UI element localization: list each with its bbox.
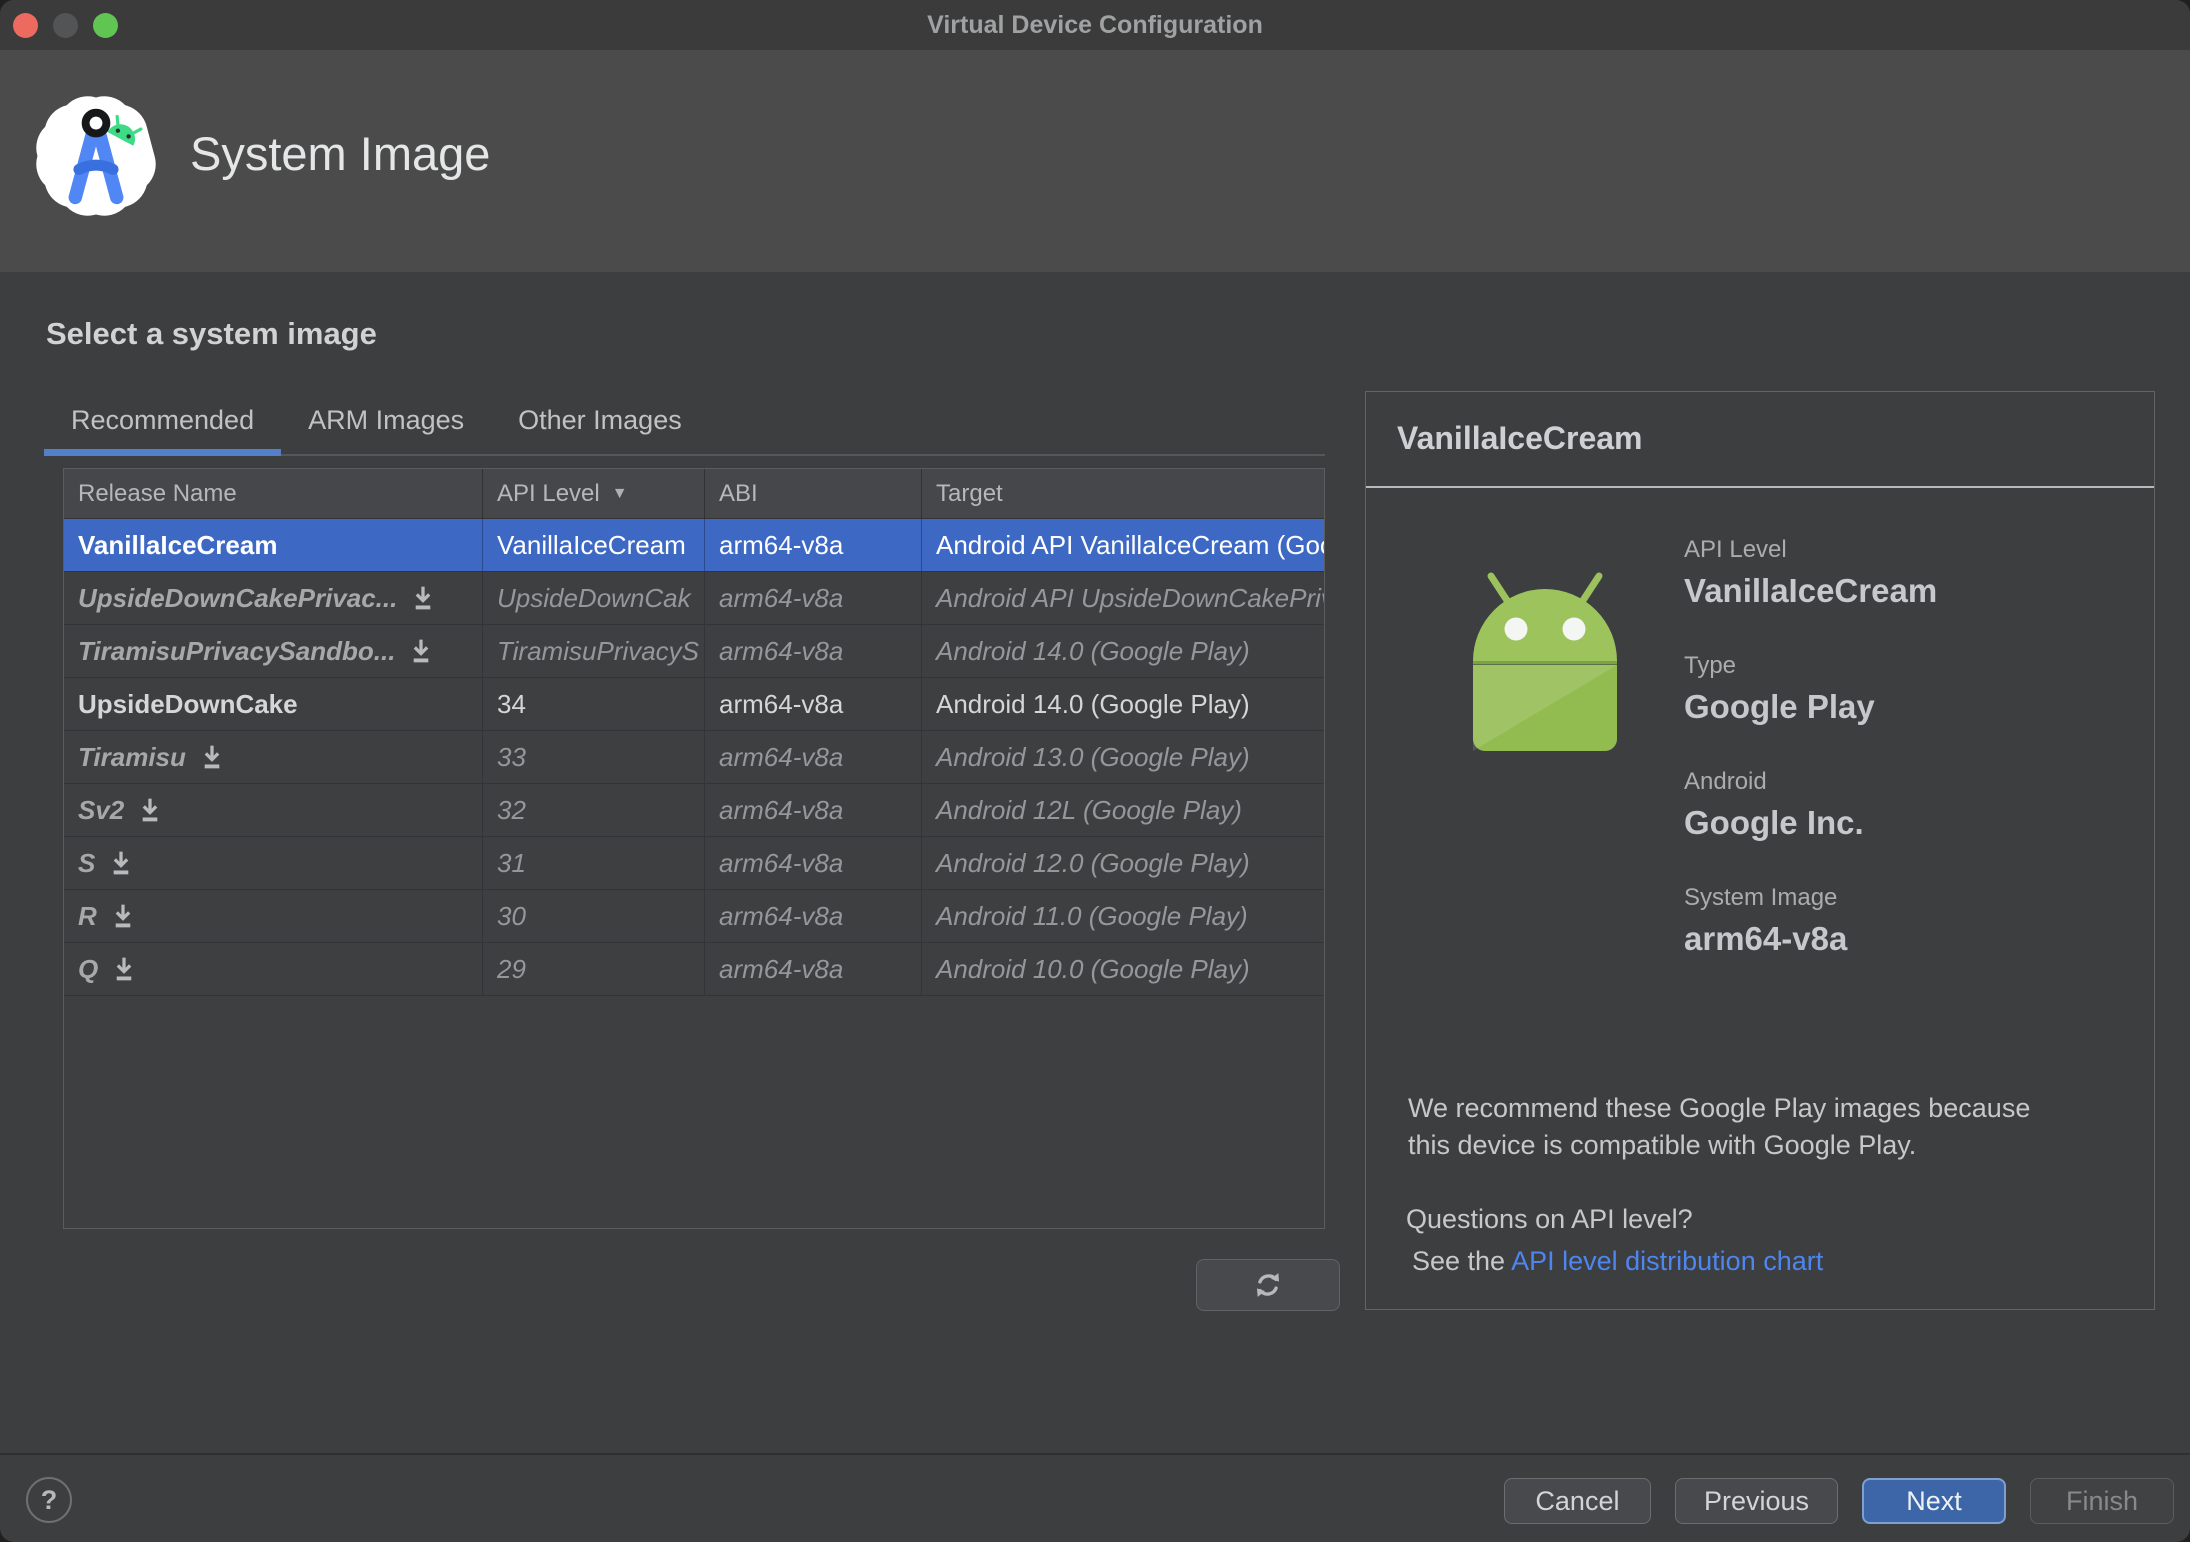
download-icon[interactable] [111,903,135,929]
sort-desc-icon: ▼ [611,484,628,502]
wizard-buttons: Cancel Previous Next Finish [1503,1478,2174,1524]
api-level-cell: TiramisuPrivacyS [483,625,705,677]
abi-cell: arm64-v8a [705,678,922,730]
system-image-table: Release Name API Level ▼ ABI Target Vanil… [63,468,1325,1229]
api-level-cell: 33 [483,731,705,783]
panel-divider [1366,486,2154,488]
android-robot-icon [1473,572,1617,751]
release-name: UpsideDownCake [78,688,298,719]
see-the-line: See the API level distribution chart [1412,1246,1824,1276]
next-button[interactable]: Next [1862,1478,2006,1524]
table-row[interactable]: UpsideDownCakePrivac... UpsideDownCak ar… [64,572,1324,625]
api-level-cell: UpsideDownCak [483,572,705,624]
abi-cell: arm64-v8a [705,731,922,783]
abi-cell: arm64-v8a [705,572,922,624]
release-name: Tiramisu [78,741,186,772]
api-level-cell: 34 [483,678,705,730]
tab-arm-images[interactable]: ARM Images [281,392,491,454]
page-title: System Image [190,127,491,180]
download-icon[interactable] [112,956,136,982]
target-cell: Android 12L (Google Play) [936,794,1242,825]
abi-cell: arm64-v8a [705,519,922,571]
release-name: R [78,900,97,931]
download-icon[interactable] [138,797,162,823]
table-rows: VanillaIceCream VanillaIceCream arm64-v8… [64,519,1324,996]
download-icon[interactable] [109,850,133,876]
release-name: TiramisuPrivacySandbo... [78,635,396,666]
tab-recommended[interactable]: Recommended [44,392,282,456]
target-cell: Android 11.0 (Google Play) [936,900,1248,931]
release-name: UpsideDownCakePrivac... [78,582,398,613]
table-row[interactable]: UpsideDownCake 34 arm64-v8a Android 14.0… [64,678,1324,731]
target-cell: Android API UpsideDownCakePriv [936,582,1324,613]
table-row[interactable]: S 31 arm64-v8a Android 12.0 (Google Play… [64,837,1324,890]
column-header-target[interactable]: Target [922,469,1324,518]
abi-cell: arm64-v8a [705,943,922,995]
detail-api-level: API Level VanillaIceCream [1684,536,1938,609]
download-icon[interactable] [409,638,433,664]
wizard-header: System Image [0,50,2190,272]
column-header-abi[interactable]: ABI [705,469,922,518]
release-name: Sv2 [78,794,125,825]
image-tabs: Recommended ARM Images Other Images [44,392,1325,456]
detail-android-vendor: Android Google Inc. [1684,768,1864,841]
abi-cell: arm64-v8a [705,625,922,677]
release-name: VanillaIceCream [78,529,278,560]
release-name: S [78,847,96,878]
finish-button[interactable]: Finish [2030,1478,2174,1524]
refresh-button[interactable] [1196,1259,1340,1311]
abi-cell: arm64-v8a [705,784,922,836]
section-title: Select a system image [46,316,377,351]
footer-divider [0,1453,2190,1455]
abi-cell: arm64-v8a [705,837,922,889]
tab-other-images[interactable]: Other Images [491,392,709,454]
android-studio-logo-icon [36,96,156,216]
recommendation-note: We recommend these Google Play images be… [1408,1093,2031,1160]
target-cell: Android API VanillaIceCream (Goo [936,529,1324,560]
target-cell: Android 12.0 (Google Play) [936,847,1250,878]
download-icon[interactable] [411,585,435,611]
api-level-distribution-chart-link[interactable]: API level distribution chart [1511,1246,1823,1276]
virtual-device-configuration-window: Virtual Device Configuration System Imag… [0,0,2190,1542]
api-level-question: Questions on API level? [1406,1204,1693,1234]
system-image-details-panel: VanillaIceCream API Level VanillaIceCrea… [1365,391,2155,1310]
release-name: Q [78,953,99,984]
api-level-cell: 30 [483,890,705,942]
table-header-row: Release Name API Level ▼ ABI Target [64,469,1324,519]
refresh-icon [1256,1273,1280,1297]
detail-type: Type Google Play [1684,652,1875,725]
help-button[interactable]: ? [26,1477,72,1523]
table-row[interactable]: Sv2 32 arm64-v8a Android 12L (Google Pla… [64,784,1324,837]
detail-system-image: System Image arm64-v8a [1684,884,1848,957]
table-row[interactable]: Q 29 arm64-v8a Android 10.0 (Google Play… [64,943,1324,996]
table-row[interactable]: Tiramisu 33 arm64-v8a Android 13.0 (Goog… [64,731,1324,784]
api-level-cell: VanillaIceCream [483,519,705,571]
window-title: Virtual Device Configuration [927,10,1263,39]
selected-image-title: VanillaIceCream [1397,420,1643,456]
table-row[interactable]: TiramisuPrivacySandbo... TiramisuPrivacy… [64,625,1324,678]
previous-button[interactable]: Previous [1674,1478,1838,1524]
cancel-button[interactable]: Cancel [1503,1478,1651,1524]
column-header-release-name[interactable]: Release Name [64,469,483,518]
api-level-cell: 29 [483,943,705,995]
table-row[interactable]: R 30 arm64-v8a Android 11.0 (Google Play… [64,890,1324,943]
api-level-cell: 32 [483,784,705,836]
column-header-api-level[interactable]: API Level ▼ [483,469,705,518]
target-cell: Android 10.0 (Google Play) [936,953,1250,984]
target-cell: Android 14.0 (Google Play) [936,688,1250,719]
target-cell: Android 14.0 (Google Play) [936,635,1250,666]
target-cell: Android 13.0 (Google Play) [936,741,1250,772]
detail-list: API Level VanillaIceCream Type Google Pl… [1684,536,1937,1000]
abi-cell: arm64-v8a [705,890,922,942]
download-icon[interactable] [200,744,224,770]
titlebar: Virtual Device Configuration [0,0,2190,50]
table-row[interactable]: VanillaIceCream VanillaIceCream arm64-v8… [64,519,1324,572]
api-level-cell: 31 [483,837,705,889]
